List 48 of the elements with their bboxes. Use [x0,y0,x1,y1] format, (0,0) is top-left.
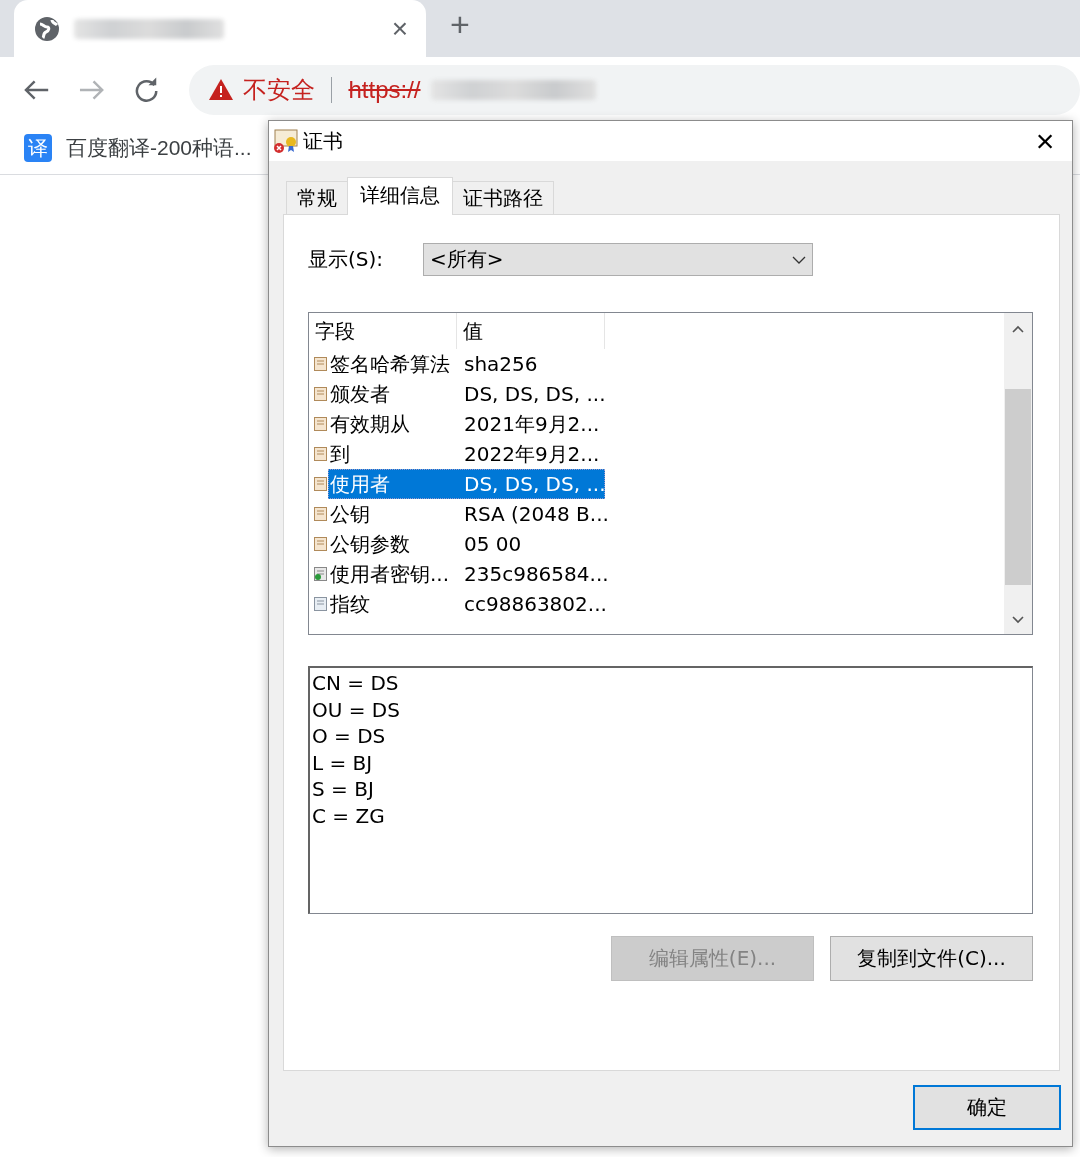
list-row[interactable]: 到 2022年9月2... [328,439,605,469]
browser-tab[interactable]: × [14,0,426,57]
document-icon [314,507,327,521]
column-header[interactable]: 值 [457,313,605,349]
reload-icon[interactable] [134,76,160,103]
chevron-up-icon[interactable] [1012,325,1024,333]
document-icon [314,417,327,431]
copy-to-file-button[interactable]: 复制到文件(C)... [830,936,1033,981]
tab[interactable]: 证书路径 [452,181,554,214]
url-scheme: https:// [348,75,421,104]
show-dropdown[interactable]: <所有> [423,243,814,276]
list-row[interactable]: 公钥 RSA (2048 B... [328,499,605,529]
translate-badge: 译 [24,134,52,162]
document-icon [314,477,327,491]
list-row[interactable]: 使用者密钥... 235c986584... [328,559,605,589]
globe-icon [34,15,60,42]
tab[interactable]: 常规 [286,181,348,214]
address-bar[interactable]: 不安全 https:// [189,64,1080,115]
document-icon [314,447,327,461]
ok-button[interactable]: 确定 [913,1085,1061,1130]
tab-close-button[interactable]: × [391,12,408,45]
chevron-down-icon[interactable] [1012,616,1024,624]
warning-icon [209,79,234,100]
tab[interactable]: 详细信息 [347,177,453,215]
detail-textbox[interactable]: CN = DS OU = DS O = DS L = BJ S = BJ C = ZG [308,666,1033,914]
list-row[interactable]: 使用者 DS, DS, DS, ... [328,469,605,499]
list-row[interactable]: 指纹 cc98863802... [328,589,605,619]
back-arrow-icon[interactable] [24,78,50,101]
document-icon [314,387,327,401]
document-icon [314,567,327,581]
chevron-down-icon [792,255,807,264]
new-tab-button[interactable]: + [450,5,470,44]
column-header[interactable]: 字段 [309,313,457,349]
list-row[interactable]: 签名哈希算法 sha256 [328,349,605,379]
not-secure-label: 不安全 [243,74,316,105]
close-button[interactable]: × [1018,121,1072,161]
list-row[interactable]: 有效期从 2021年9月2... [328,409,605,439]
scroll-thumb[interactable] [1005,389,1031,585]
list-row[interactable]: 颁发者 DS, DS, DS, ... [328,379,605,409]
scrollbar[interactable] [1004,313,1032,634]
show-label: 显示(S): [308,246,384,273]
document-icon [314,597,327,611]
window-title: 证书 [303,127,343,155]
bookmark-link[interactable]: 百度翻译-200种语... [66,134,252,162]
list-row[interactable]: 公钥参数 05 00 [328,529,605,559]
document-icon [314,357,327,371]
certificate-error-icon [273,128,299,154]
document-icon [314,537,327,551]
